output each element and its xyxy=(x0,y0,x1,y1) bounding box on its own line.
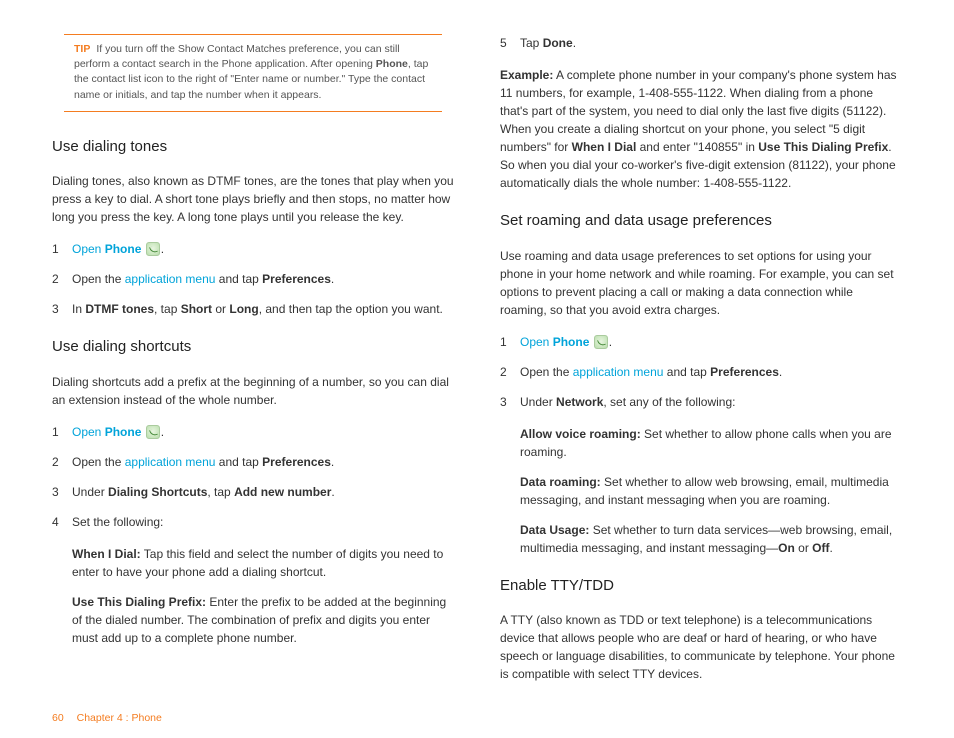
para-dialing-tones: Dialing tones, also known as DTMF tones,… xyxy=(52,172,454,226)
sub-when-i-dial: When I Dial: Tap this field and select t… xyxy=(72,545,454,581)
steps-dialing-tones: 1 Open Phone . 2 Open the application me… xyxy=(52,240,454,318)
phone-icon xyxy=(146,425,160,439)
tip-label: TIP xyxy=(74,43,90,55)
step-number: 4 xyxy=(52,513,72,531)
step-number: 3 xyxy=(52,483,72,501)
step-open-phone: Open Phone . xyxy=(72,423,454,441)
application-menu-link[interactable]: application menu xyxy=(125,455,216,469)
step-app-menu: Open the application menu and tap Prefer… xyxy=(520,363,902,381)
step-number: 3 xyxy=(52,300,72,318)
para-tty: A TTY (also known as TDD or text telepho… xyxy=(500,611,902,683)
application-menu-link[interactable]: application menu xyxy=(125,272,216,286)
left-column: TIPIf you turn off the Show Contact Matc… xyxy=(52,34,454,697)
step-number: 2 xyxy=(52,270,72,288)
step-open-phone: Open Phone . xyxy=(72,240,454,258)
application-menu-link[interactable]: application menu xyxy=(573,365,664,379)
open-phone-link[interactable]: Open Phone xyxy=(72,425,141,439)
step-dtmf: In DTMF tones, tap Short or Long, and th… xyxy=(72,300,454,318)
heading-roaming: Set roaming and data usage preferences xyxy=(500,210,902,233)
step-number: 2 xyxy=(500,363,520,381)
phone-icon xyxy=(146,242,160,256)
heading-dialing-shortcuts: Use dialing shortcuts xyxy=(52,336,454,359)
step-network: Under Network, set any of the following: xyxy=(520,393,902,411)
sub-voice-roaming: Allow voice roaming: Set whether to allo… xyxy=(520,425,902,461)
right-column: 5 Tap Done. Example: A complete phone nu… xyxy=(500,34,902,697)
chapter-label: Chapter 4 : Phone xyxy=(77,712,162,724)
tip-bold-a: Phone xyxy=(376,58,408,70)
steps-dialing-shortcuts: 1 Open Phone . 2 Open the application me… xyxy=(52,423,454,531)
steps-roaming: 1 Open Phone . 2 Open the application me… xyxy=(500,333,902,411)
step-number: 5 xyxy=(500,34,520,52)
tip-box: TIPIf you turn off the Show Contact Matc… xyxy=(64,34,442,112)
page-number: 60 xyxy=(52,712,64,724)
step-number: 1 xyxy=(52,423,72,441)
step-add-number: Under Dialing Shortcuts, tap Add new num… xyxy=(72,483,454,501)
tip-text-a: If you turn off the Show Contact Matches… xyxy=(74,43,400,70)
open-phone-link[interactable]: Open Phone xyxy=(72,242,141,256)
para-roaming: Use roaming and data usage preferences t… xyxy=(500,247,902,319)
step-app-menu: Open the application menu and tap Prefer… xyxy=(72,453,454,471)
step-set-following: Set the following: xyxy=(72,513,454,531)
open-phone-link[interactable]: Open Phone xyxy=(520,335,589,349)
heading-dialing-tones: Use dialing tones xyxy=(52,136,454,159)
steps-continued: 5 Tap Done. xyxy=(500,34,902,52)
step-number: 1 xyxy=(52,240,72,258)
step-number: 1 xyxy=(500,333,520,351)
step-number: 2 xyxy=(52,453,72,471)
example-paragraph: Example: A complete phone number in your… xyxy=(500,66,902,192)
step-open-phone: Open Phone . xyxy=(520,333,902,351)
para-dialing-shortcuts: Dialing shortcuts add a prefix at the be… xyxy=(52,373,454,409)
phone-icon xyxy=(594,335,608,349)
step-app-menu: Open the application menu and tap Prefer… xyxy=(72,270,454,288)
sub-data-roaming: Data roaming: Set whether to allow web b… xyxy=(520,473,902,509)
heading-tty: Enable TTY/TDD xyxy=(500,575,902,598)
sub-use-prefix: Use This Dialing Prefix: Enter the prefi… xyxy=(72,593,454,647)
page-footer: 60 Chapter 4 : Phone xyxy=(52,697,902,727)
sub-data-usage: Data Usage: Set whether to turn data ser… xyxy=(520,521,902,557)
step-tap-done: Tap Done. xyxy=(520,34,902,52)
step-number: 3 xyxy=(500,393,520,411)
